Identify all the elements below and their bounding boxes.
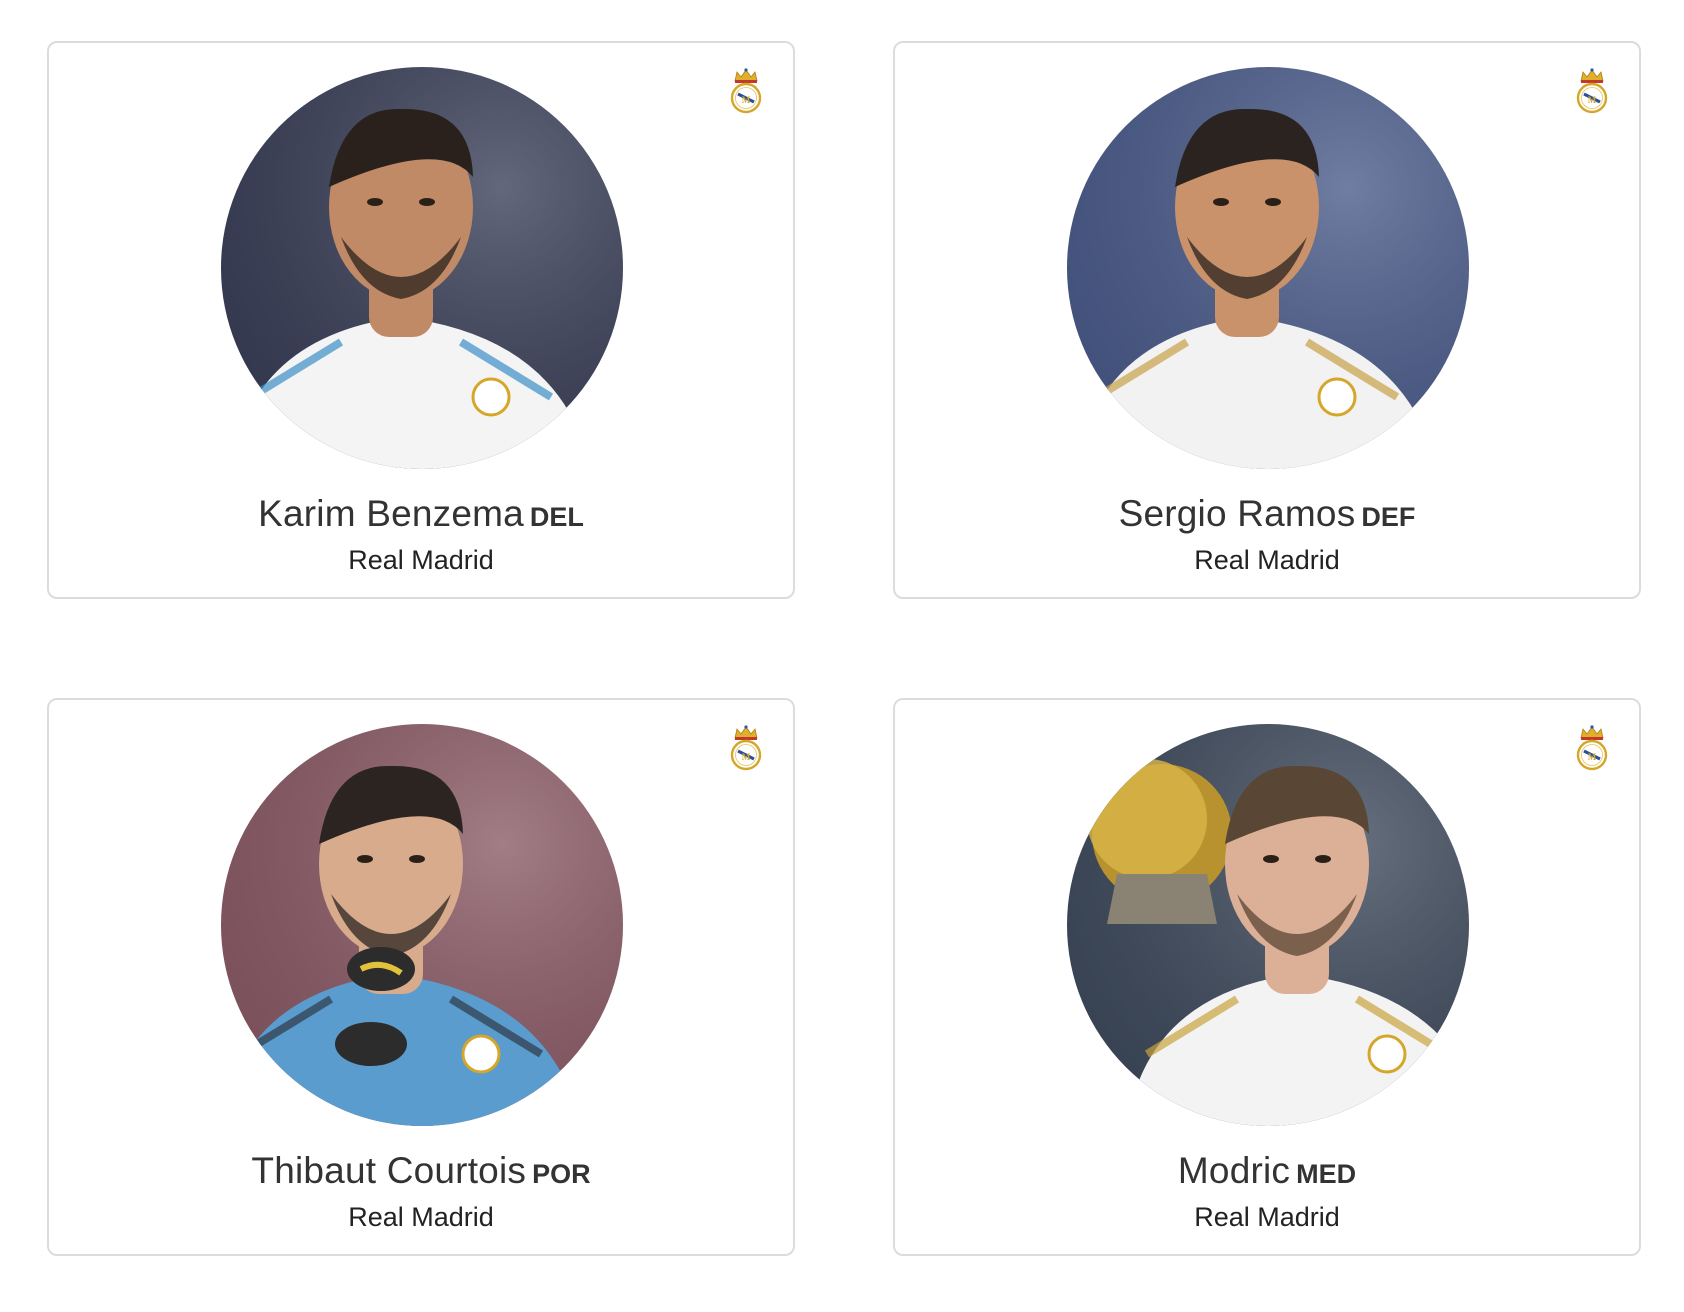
player-position: MED: [1296, 1159, 1357, 1189]
player-name-line: Thibaut Courtois POR: [49, 1150, 793, 1192]
player-photo-benzema: [221, 67, 623, 469]
player-position: DEF: [1361, 502, 1416, 532]
player-team: Real Madrid: [348, 1202, 494, 1232]
real-madrid-crest-icon: M: [729, 67, 763, 115]
player-card[interactable]: M Modric MED Real Madrid: [893, 698, 1641, 1256]
player-team: Real Madrid: [1194, 1202, 1340, 1232]
player-photo-courtois: [221, 724, 623, 1126]
svg-text:M: M: [1588, 95, 1597, 105]
svg-text:M: M: [742, 752, 751, 762]
player-name: Thibaut Courtois: [251, 1150, 527, 1191]
player-photo-modric: [1067, 724, 1469, 1126]
player-position: DEL: [529, 502, 584, 532]
player-name-line: Sergio Ramos DEF: [895, 493, 1639, 535]
svg-text:M: M: [742, 95, 751, 105]
player-card[interactable]: M Sergio Ramos DEF Real Madrid: [893, 41, 1641, 599]
player-card[interactable]: M Thibaut Courtois POR Real Madrid: [47, 698, 795, 1256]
real-madrid-crest-icon: M: [1575, 724, 1609, 772]
player-team: Real Madrid: [1194, 545, 1340, 575]
real-madrid-crest-icon: M: [729, 724, 763, 772]
real-madrid-crest-icon: M: [1575, 67, 1609, 115]
player-name: Modric: [1177, 1150, 1291, 1191]
player-name-line: Karim Benzema DEL: [49, 493, 793, 535]
player-position: POR: [532, 1159, 591, 1189]
player-card[interactable]: M Karim Benzema DEL Real Madrid: [47, 41, 795, 599]
player-name-line: Modric MED: [895, 1150, 1639, 1192]
player-photo-ramos: [1067, 67, 1469, 469]
player-name: Sergio Ramos: [1118, 493, 1356, 534]
player-team: Real Madrid: [348, 545, 494, 575]
player-name: Karim Benzema: [258, 493, 524, 534]
svg-text:M: M: [1588, 752, 1597, 762]
